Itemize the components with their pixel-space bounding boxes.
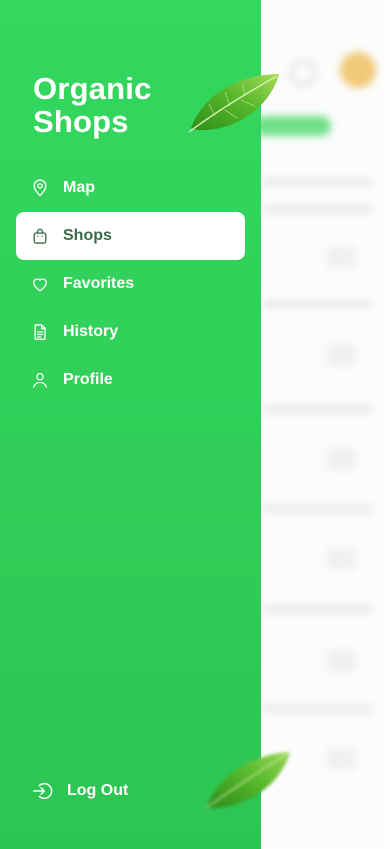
nav-item-label: History (63, 323, 119, 340)
leaf-icon (188, 74, 279, 133)
background-row (262, 205, 372, 213)
heart-icon (29, 273, 51, 295)
brand-line-1: Organic (33, 71, 152, 106)
nav-item-shops[interactable]: Shops (16, 212, 245, 260)
leaf-icon (205, 751, 291, 809)
background-row (262, 405, 372, 413)
background-chip (326, 748, 356, 770)
background-chip (326, 548, 356, 570)
logout-button[interactable]: Log Out (31, 780, 128, 802)
document-icon (29, 321, 51, 343)
brand-line-2: Shops (33, 104, 129, 139)
nav-item-label: Favorites (63, 275, 135, 292)
drawer-nav: Map Shops Favorites History Profile (16, 164, 245, 404)
background-row (262, 300, 372, 308)
background-chip (326, 344, 356, 366)
brand-title: Organic Shops (33, 72, 152, 138)
logout-label: Log Out (67, 782, 129, 799)
nav-item-favorites[interactable]: Favorites (16, 260, 245, 308)
nav-item-label: Profile (63, 371, 113, 388)
map-pin-icon (29, 177, 51, 199)
background-chip (326, 650, 356, 672)
background-row (262, 705, 372, 713)
nav-item-history[interactable]: History (16, 308, 245, 356)
user-icon (29, 369, 51, 391)
nav-item-profile[interactable]: Profile (16, 356, 245, 404)
shopping-bag-icon (29, 225, 51, 247)
background-row (262, 505, 372, 513)
bell-icon (290, 60, 316, 86)
background-chip (326, 246, 356, 268)
background-row (262, 178, 372, 186)
avatar (340, 52, 376, 88)
nav-item-label: Map (63, 179, 95, 196)
background-row (262, 605, 372, 613)
nav-item-label: Shops (63, 227, 112, 244)
logout-icon (31, 780, 53, 802)
nav-item-map[interactable]: Map (16, 164, 245, 212)
background-chip (326, 448, 356, 470)
